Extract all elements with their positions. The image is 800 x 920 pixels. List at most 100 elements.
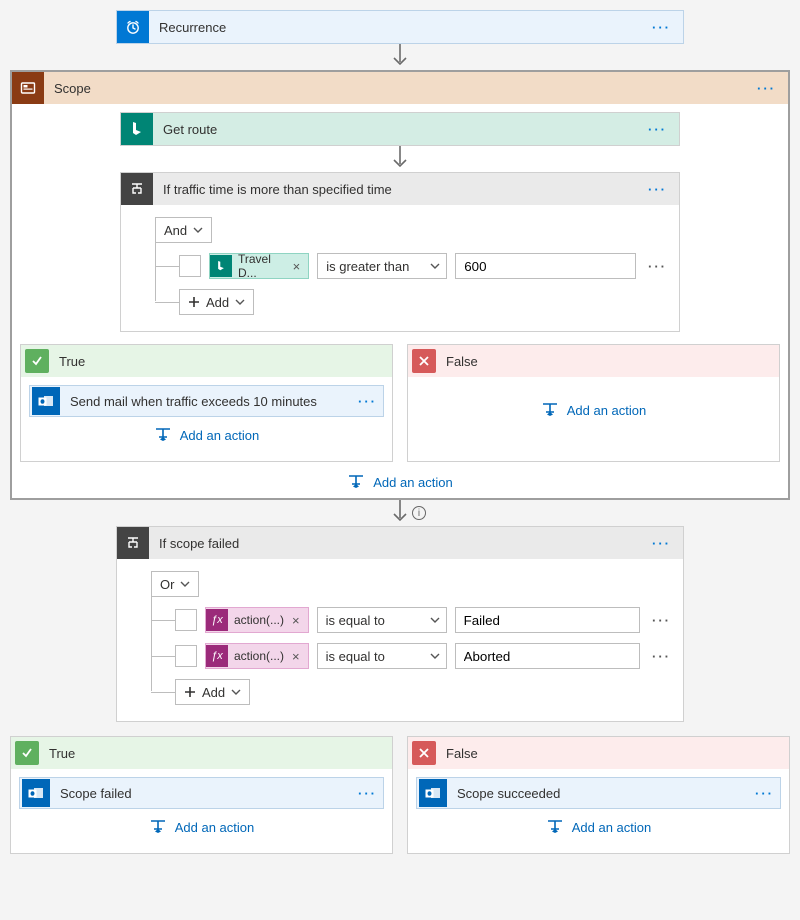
branch-true-header: True [21, 345, 392, 377]
arrow-icon: i [10, 500, 790, 526]
add-action-label: Add an action [180, 428, 260, 443]
chevron-down-icon [430, 651, 440, 661]
recurrence-title: Recurrence [149, 20, 646, 35]
condition-title: If traffic time is more than specified t… [153, 182, 642, 197]
chevron-down-icon [430, 615, 440, 625]
group-operator-select[interactable]: Or [151, 571, 199, 597]
arrow-icon [10, 44, 790, 70]
add-action-button[interactable]: Add an action [416, 819, 781, 835]
token-remove[interactable]: × [289, 259, 305, 274]
operator-select[interactable]: is greater than [317, 253, 447, 279]
get-route-action[interactable]: Get route ··· [120, 112, 680, 146]
branch-true-label: True [43, 746, 75, 761]
condition-header[interactable]: If traffic time is more than specified t… [121, 173, 679, 205]
value-input[interactable] [455, 643, 640, 669]
plus-icon [188, 296, 200, 308]
condition-menu[interactable]: ··· [646, 536, 677, 551]
add-action-button[interactable]: Add an action [29, 427, 384, 443]
add-action-button[interactable]: Add an action [20, 474, 780, 490]
scope-header[interactable]: Scope ··· [12, 72, 788, 104]
token-label: Travel D... [232, 252, 289, 280]
add-action-button[interactable]: Add an action [19, 819, 384, 835]
add-action-button[interactable]: Add an action [541, 402, 647, 418]
operator-label: is equal to [326, 649, 385, 664]
get-route-menu[interactable]: ··· [642, 122, 673, 137]
chevron-down-icon [193, 225, 203, 235]
branch-true-label: True [53, 354, 85, 369]
info-icon[interactable]: i [412, 506, 426, 520]
row-checkbox[interactable] [175, 609, 197, 631]
operand-token[interactable]: Travel D... × [209, 253, 309, 279]
branch-true: True Scope failed ··· Add an action [10, 736, 393, 854]
action-menu[interactable]: ··· [352, 394, 383, 409]
value-input[interactable] [455, 253, 636, 279]
branch-false-label: False [440, 354, 478, 369]
row-menu[interactable]: ··· [648, 613, 671, 628]
operator-select[interactable]: is equal to [317, 607, 447, 633]
token-label: action(...) [228, 649, 288, 663]
condition-icon [121, 173, 153, 205]
chevron-down-icon [180, 579, 190, 589]
add-action-label: Add an action [567, 403, 647, 418]
operator-label: is greater than [326, 259, 409, 274]
token-remove[interactable]: × [288, 649, 304, 664]
close-icon [412, 349, 436, 373]
scope-container: Scope ··· Get route ··· [10, 70, 790, 500]
add-condition-button[interactable]: Add [175, 679, 250, 705]
fx-icon: ƒx [206, 609, 228, 631]
recurrence-trigger[interactable]: Recurrence ··· [116, 10, 684, 44]
group-operator-select[interactable]: And [155, 217, 212, 243]
condition-header[interactable]: If scope failed ··· [117, 527, 683, 559]
branch-false: False Add an action [407, 344, 780, 462]
add-action-icon [541, 402, 559, 418]
scope-menu[interactable]: ··· [751, 81, 782, 96]
value-input[interactable] [455, 607, 640, 633]
check-icon [25, 349, 49, 373]
branch-true-header: True [11, 737, 392, 769]
outlook-icon [22, 779, 50, 807]
add-action-label: Add an action [572, 820, 652, 835]
branch-false: False Scope succeeded ··· Add an action [407, 736, 790, 854]
action-label: Send mail when traffic exceeds 10 minute… [62, 394, 352, 409]
plus-icon [184, 686, 196, 698]
recurrence-menu[interactable]: ··· [646, 20, 677, 35]
get-route-title: Get route [153, 122, 642, 137]
scope-succeeded-action[interactable]: Scope succeeded ··· [416, 777, 781, 809]
operator-label: is equal to [326, 613, 385, 628]
action-menu[interactable]: ··· [749, 786, 780, 801]
check-icon [15, 741, 39, 765]
bing-icon [210, 255, 232, 277]
add-action-icon [347, 474, 365, 490]
row-menu[interactable]: ··· [648, 649, 671, 664]
branch-false-header: False [408, 737, 789, 769]
condition-row: Travel D... × is greater than ··· [179, 253, 667, 279]
outlook-icon [32, 387, 60, 415]
branch-true: True Send mail when traffic exceeds 10 m… [20, 344, 393, 462]
row-checkbox[interactable] [175, 645, 197, 667]
add-action-icon [546, 819, 564, 835]
scope-failed-action[interactable]: Scope failed ··· [19, 777, 384, 809]
add-condition-button[interactable]: Add [179, 289, 254, 315]
group-operator-label: And [164, 223, 187, 238]
operator-select[interactable]: is equal to [317, 643, 447, 669]
action-menu[interactable]: ··· [352, 786, 383, 801]
operand-token[interactable]: ƒx action(...) × [205, 643, 309, 669]
add-action-label: Add an action [373, 475, 453, 490]
send-mail-action[interactable]: Send mail when traffic exceeds 10 minute… [29, 385, 384, 417]
group-operator-label: Or [160, 577, 174, 592]
condition-menu[interactable]: ··· [642, 182, 673, 197]
chevron-down-icon [235, 297, 245, 307]
branch-false-label: False [440, 746, 478, 761]
row-menu[interactable]: ··· [644, 259, 667, 274]
outlook-icon [419, 779, 447, 807]
action-label: Scope succeeded [449, 786, 749, 801]
condition-row: ƒx action(...) × is equal to ··· [175, 643, 671, 669]
row-checkbox[interactable] [179, 255, 201, 277]
action-label: Scope failed [52, 786, 352, 801]
operand-token[interactable]: ƒx action(...) × [205, 607, 309, 633]
token-remove[interactable]: × [288, 613, 304, 628]
add-label: Add [202, 685, 225, 700]
add-action-icon [154, 427, 172, 443]
clock-icon [117, 11, 149, 43]
token-label: action(...) [228, 613, 288, 627]
